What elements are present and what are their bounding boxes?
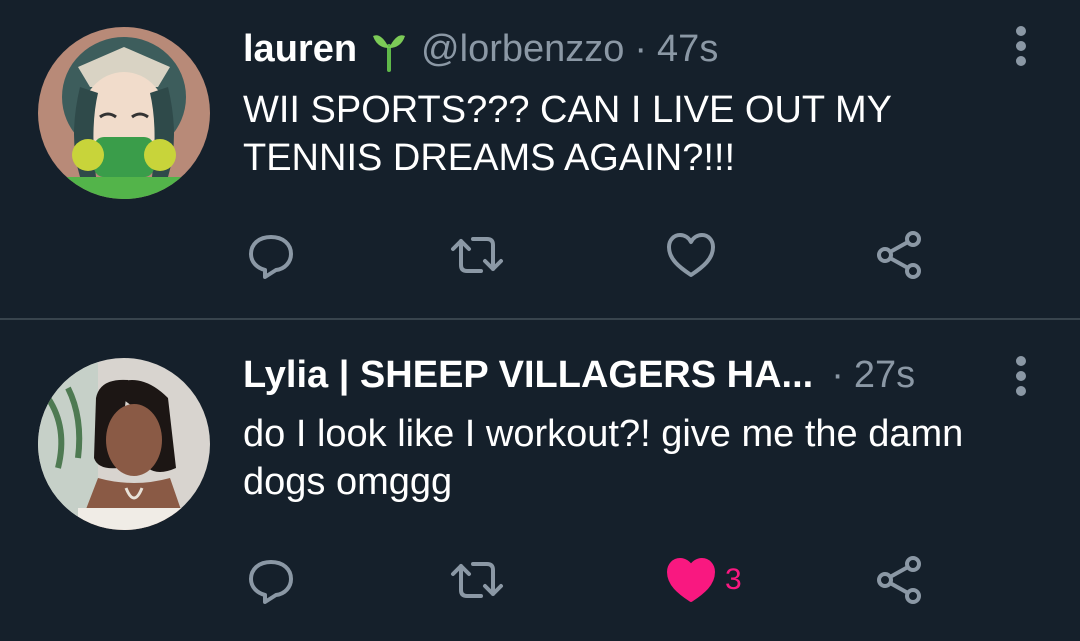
- share-icon: [877, 231, 921, 279]
- retweet-button[interactable]: [449, 225, 505, 285]
- more-icon[interactable]: [1014, 354, 1028, 398]
- share-button[interactable]: [871, 550, 927, 610]
- handle[interactable]: @lorbenzzo: [421, 28, 624, 71]
- tweet[interactable]: lauren @lorbenzzo · 47s WII SPORTS??? CA…: [0, 0, 1080, 318]
- reply-icon: [249, 235, 293, 279]
- avatar[interactable]: [38, 27, 210, 199]
- timestamp[interactable]: 47s: [657, 28, 718, 71]
- separator-dot: ·: [634, 28, 648, 70]
- like-icon: [667, 233, 715, 277]
- tweet-header: lauren @lorbenzzo · 47s: [243, 28, 970, 72]
- display-name[interactable]: lauren: [243, 28, 357, 71]
- like-icon: [667, 558, 715, 602]
- like-button[interactable]: 3: [663, 550, 742, 610]
- retweet-icon: [451, 562, 503, 598]
- reply-button[interactable]: [243, 225, 299, 285]
- share-button[interactable]: [871, 225, 927, 285]
- like-count: 3: [725, 563, 742, 596]
- avatar[interactable]: [38, 358, 210, 530]
- timestamp[interactable]: 27s: [854, 354, 915, 397]
- tweet-header: Lylia | SHEEP VILLAGERS HA... · 27s: [243, 354, 970, 397]
- tweet-text: WII SPORTS??? CAN I LIVE OUT MY TENNIS D…: [243, 89, 892, 179]
- share-icon: [877, 556, 921, 604]
- tweet[interactable]: Lylia | SHEEP VILLAGERS HA... · 27s do I…: [0, 320, 1080, 641]
- tweet-text: do I look like I workout?! give me the d…: [243, 413, 964, 503]
- display-name[interactable]: Lylia | SHEEP VILLAGERS HA...: [243, 354, 813, 397]
- sprout-emoji-icon: [371, 28, 407, 72]
- more-icon[interactable]: [1014, 24, 1028, 68]
- reply-icon: [249, 560, 293, 604]
- retweet-icon: [451, 237, 503, 273]
- reply-button[interactable]: [243, 550, 299, 610]
- retweet-button[interactable]: [449, 550, 505, 610]
- separator-dot: ·: [831, 354, 844, 396]
- like-button[interactable]: [663, 225, 719, 285]
